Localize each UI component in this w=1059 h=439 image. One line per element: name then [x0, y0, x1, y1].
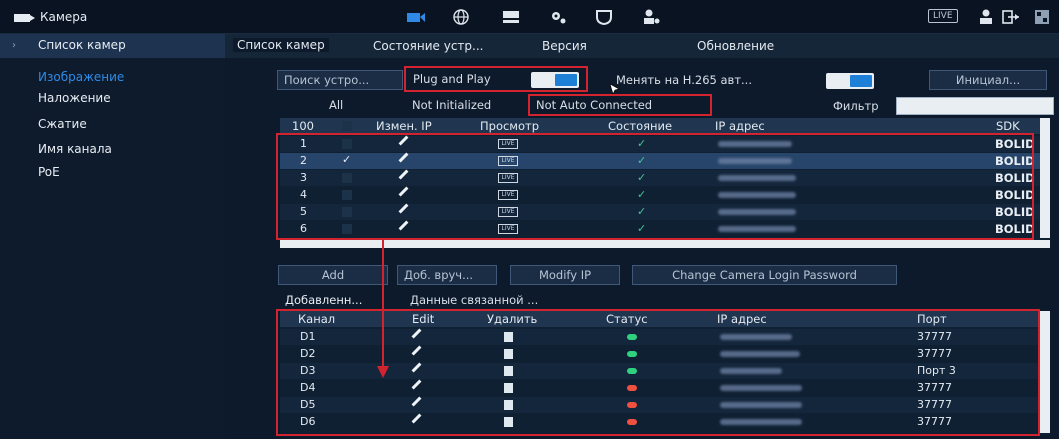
sidebar-item-image[interactable]: Изображение	[38, 70, 124, 84]
device-table-scrollbar[interactable]	[1040, 118, 1050, 238]
column-header: Состояние	[608, 119, 673, 133]
top-bar: Камера LIVE	[0, 0, 1059, 34]
sidebar-item-overlay[interactable]: Наложение	[38, 91, 111, 105]
chevron-right-icon: ›	[12, 40, 16, 51]
filter-input[interactable]	[896, 97, 1054, 115]
app-title: Камера	[40, 10, 88, 24]
tab-version[interactable]: Версия	[542, 39, 587, 53]
manual-add-button[interactable]: Доб. вруч...	[397, 265, 497, 285]
filter-all[interactable]: All	[329, 98, 343, 112]
added-table-scrollbar[interactable]	[1040, 311, 1050, 433]
security-icon[interactable]	[593, 8, 615, 26]
device-count: 100	[292, 119, 314, 133]
device-search-button[interactable]: Поиск устро...	[277, 70, 403, 90]
sidebar-item-camera-list[interactable]: › Список камер	[0, 34, 225, 58]
device-table-hscrollbar[interactable]	[280, 240, 1050, 248]
table-header: 100 Измен. IP Просмотр Состояние IP адре…	[280, 118, 1050, 134]
highlight-device-rows	[276, 133, 1034, 240]
select-all-checkbox[interactable]	[342, 121, 352, 131]
tab-camera-list[interactable]: Список камер	[233, 38, 329, 52]
h265-auto-label: Менять на H.265 авт...	[616, 73, 752, 87]
change-login-password-button[interactable]: Change Camera Login Password	[632, 265, 897, 285]
tab-device-status[interactable]: Состояние устр...	[373, 39, 483, 53]
initialize-button[interactable]: Инициал...	[929, 70, 1047, 90]
red-arrow-annotation	[377, 240, 389, 378]
tab-added-devices[interactable]: Добавленн...	[285, 293, 362, 307]
sidebar: › Список камер Изображение Наложение Сжа…	[0, 34, 225, 439]
sidebar-item-compression[interactable]: Сжатие	[38, 117, 87, 131]
camera-icon	[14, 14, 35, 22]
live-view-button[interactable]: LIVE	[928, 9, 958, 23]
account-icon[interactable]	[640, 8, 662, 26]
network-icon[interactable]	[450, 8, 472, 26]
camera-icon[interactable]	[405, 8, 427, 26]
column-header: IP адрес	[715, 119, 765, 133]
tab-linked-data[interactable]: Данные связанной ...	[410, 293, 538, 307]
highlight-not-auto-connected	[528, 94, 712, 116]
column-header: Измен. IP	[376, 119, 432, 133]
sidebar-item-label: Список камер	[38, 38, 126, 52]
column-header: SDK	[996, 119, 1020, 133]
sidebar-item-channel-name[interactable]: Имя канала	[38, 142, 112, 156]
tab-bar: Список камер Состояние устр... Версия Об…	[225, 34, 1059, 58]
column-header: Просмотр	[480, 119, 540, 133]
tab-update[interactable]: Обновление	[697, 39, 774, 53]
storage-icon[interactable]	[500, 8, 522, 26]
modify-ip-button[interactable]: Modify IP	[510, 265, 620, 285]
system-settings-icon[interactable]	[547, 8, 569, 26]
sidebar-item-poe[interactable]: PoE	[38, 165, 60, 179]
user-icon[interactable]	[975, 8, 997, 26]
logout-icon[interactable]	[1000, 8, 1022, 26]
highlight-plug-and-play	[404, 66, 588, 92]
add-button[interactable]: Add	[278, 265, 388, 285]
h265-auto-toggle[interactable]	[826, 73, 874, 89]
filter-not-initialized[interactable]: Not Initialized	[412, 98, 491, 112]
qr-code-icon[interactable]	[1033, 8, 1055, 26]
filter-label: Фильтр	[833, 99, 879, 113]
